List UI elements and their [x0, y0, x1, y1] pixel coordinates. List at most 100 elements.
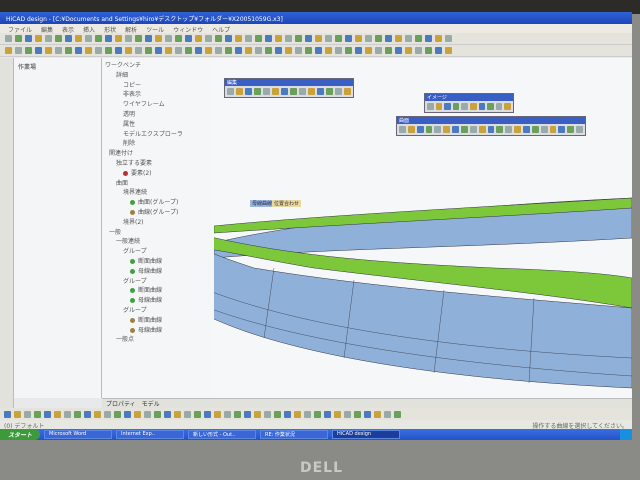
toolbar-button-icon[interactable]: [315, 35, 322, 42]
toolbar-button-icon[interactable]: [165, 47, 172, 54]
toolbar-button-icon[interactable]: [225, 35, 232, 42]
toolbar-button-icon[interactable]: [15, 47, 22, 54]
toolbar-button-icon[interactable]: [395, 35, 402, 42]
toolbar-button-icon[interactable]: [244, 410, 251, 418]
tool-icon[interactable]: [523, 126, 530, 133]
toolbar-button-icon[interactable]: [365, 47, 372, 54]
tool-icon[interactable]: [317, 88, 324, 95]
toolbar-button-icon[interactable]: [185, 35, 192, 42]
system-tray[interactable]: [620, 429, 632, 440]
toolbar-button-icon[interactable]: [254, 410, 261, 418]
tool-icon[interactable]: [452, 103, 460, 110]
toolbar-button-icon[interactable]: [314, 410, 321, 418]
toolbar-button-icon[interactable]: [85, 35, 92, 42]
tool-icon[interactable]: [514, 126, 522, 133]
menu-item[interactable]: 解析: [125, 25, 137, 34]
tool-icon[interactable]: [399, 126, 406, 133]
tool-icon[interactable]: [290, 88, 297, 95]
tree-root[interactable]: ワークベンチ: [105, 61, 211, 71]
toolbar-button-icon[interactable]: [54, 410, 61, 418]
toolbar-button-icon[interactable]: [385, 47, 392, 54]
toolbar-button-icon[interactable]: [75, 47, 82, 54]
tree-item[interactable]: 一般連続: [105, 237, 211, 247]
tool-icon[interactable]: [505, 126, 513, 133]
tree-item[interactable]: 母線曲線: [105, 296, 211, 306]
tree-item[interactable]: 要素(2): [105, 169, 211, 179]
tool-icon[interactable]: [335, 88, 342, 95]
tree-item[interactable]: 曲線(グループ): [105, 208, 211, 218]
tree-item[interactable]: グループ: [105, 306, 211, 316]
tool-icon[interactable]: [461, 103, 468, 110]
taskbar-item[interactable]: Internet Exp..: [116, 430, 185, 439]
toolbar-button-icon[interactable]: [375, 35, 382, 42]
toolbar-button-icon[interactable]: [255, 47, 262, 54]
tree-item[interactable]: 境界(2): [105, 218, 211, 228]
tool-icon[interactable]: [469, 103, 477, 110]
toolbar-button-icon[interactable]: [34, 410, 41, 418]
toolbar-button-icon[interactable]: [144, 410, 151, 418]
toolbar-button-icon[interactable]: [185, 47, 192, 54]
toolbar-button-icon[interactable]: [274, 410, 281, 418]
toolbar-button-icon[interactable]: [374, 410, 381, 418]
taskbar-item[interactable]: Microsoft Word: [44, 430, 113, 439]
tree-item[interactable]: 断面曲線: [105, 316, 211, 326]
tool-icon[interactable]: [549, 126, 557, 133]
toolbar-button-icon[interactable]: [215, 35, 222, 42]
taskbar-item[interactable]: 新しい形式 - Out..: [188, 430, 257, 439]
toolbar-button-icon[interactable]: [255, 35, 262, 42]
toolbar-button-icon[interactable]: [364, 410, 371, 418]
tool-icon[interactable]: [407, 126, 415, 133]
tool-icon[interactable]: [567, 126, 575, 133]
toolbar-button-icon[interactable]: [385, 35, 392, 42]
menu-item[interactable]: 挿入: [83, 25, 95, 34]
toolbar-button-icon[interactable]: [295, 47, 302, 54]
tree-item[interactable]: ワイヤフレーム: [105, 100, 211, 110]
toolbar-button-icon[interactable]: [345, 47, 352, 54]
tool-icon[interactable]: [576, 126, 584, 133]
toolbar-button-icon[interactable]: [294, 410, 301, 418]
toolbar-button-icon[interactable]: [305, 35, 312, 42]
toolbar-button-icon[interactable]: [64, 410, 71, 418]
toolbar-button-icon[interactable]: [335, 47, 342, 54]
toolbar-button-icon[interactable]: [304, 410, 311, 418]
tree-item[interactable]: 断面曲線: [105, 257, 211, 267]
toolbar-button-icon[interactable]: [394, 410, 401, 418]
tab-properties[interactable]: プロパティ: [106, 399, 136, 408]
tool-icon[interactable]: [435, 103, 443, 110]
toolbar-button-icon[interactable]: [265, 47, 272, 54]
toolbar-button-icon[interactable]: [334, 410, 341, 418]
toolbar-button-icon[interactable]: [14, 410, 21, 418]
toolbar-button-icon[interactable]: [165, 35, 172, 42]
toolbar-button-icon[interactable]: [125, 35, 132, 42]
toolbar-button-icon[interactable]: [204, 410, 211, 418]
menu-item[interactable]: 編集: [41, 25, 53, 34]
toolbar-button-icon[interactable]: [84, 410, 91, 418]
toolbar-button-icon[interactable]: [95, 47, 102, 54]
toolbar-button-icon[interactable]: [324, 410, 331, 418]
toolbar-button-icon[interactable]: [225, 47, 232, 54]
toolbar-button-icon[interactable]: [104, 410, 111, 418]
tree-item[interactable]: グループ: [105, 277, 211, 287]
tree-item[interactable]: コピー: [105, 81, 211, 91]
menu-item[interactable]: ツール: [146, 25, 164, 34]
toolbar-button-icon[interactable]: [285, 47, 292, 54]
toolbar-button-icon[interactable]: [234, 410, 241, 418]
tree-item[interactable]: グループ: [105, 247, 211, 257]
menu-item[interactable]: ヘルプ: [212, 25, 230, 34]
toolbar-button-icon[interactable]: [65, 47, 72, 54]
toolbar-button-icon[interactable]: [175, 35, 182, 42]
menu-item[interactable]: 表示: [62, 25, 74, 34]
tool-icon[interactable]: [326, 88, 333, 95]
tree-item[interactable]: 削除: [105, 139, 211, 149]
toolbar-button-icon[interactable]: [384, 410, 391, 418]
toolbar-button-icon[interactable]: [124, 410, 131, 418]
toolbar-button-icon[interactable]: [44, 410, 51, 418]
tool-icon[interactable]: [308, 88, 315, 95]
tree-item[interactable]: 独立する要素: [105, 159, 211, 169]
toolbar-button-icon[interactable]: [415, 47, 422, 54]
toolbar-button-icon[interactable]: [275, 47, 282, 54]
tool-icon[interactable]: [487, 103, 494, 110]
tool-icon[interactable]: [443, 126, 451, 133]
toolbar-button-icon[interactable]: [335, 35, 342, 42]
toolbar-button-icon[interactable]: [95, 35, 102, 42]
